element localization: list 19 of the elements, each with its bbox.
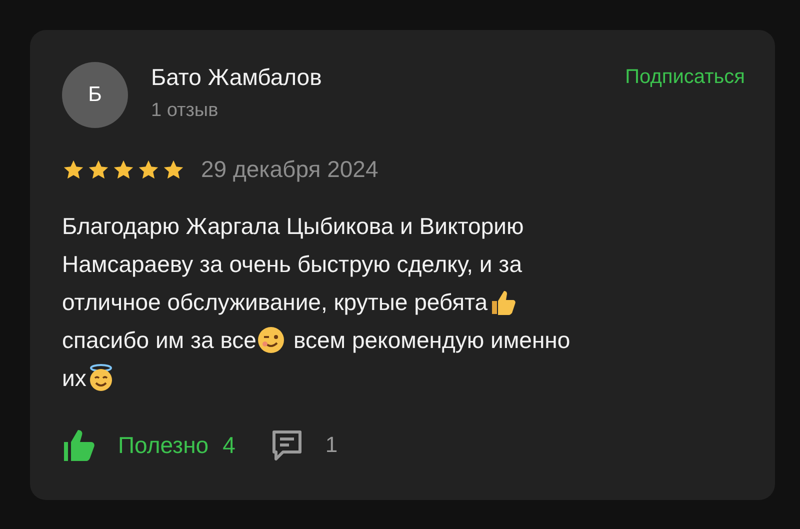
review-date: 29 декабря 2024 xyxy=(201,156,378,183)
star-icon xyxy=(62,158,85,180)
avatar: Б xyxy=(62,62,128,128)
review-text: Намсараеву за очень быструю сделку, и за xyxy=(62,250,522,278)
comments-button[interactable]: 1 xyxy=(269,427,338,463)
author-name: Бато Жамбалов xyxy=(151,63,323,91)
star-icon xyxy=(137,158,160,180)
review-text: спасибо им за все xyxy=(62,326,256,354)
helpful-button[interactable]: Полезно 4 xyxy=(62,427,236,463)
review-text: отличное обслуживание, крутые ребята xyxy=(62,288,488,316)
review-count: 1 отзыв xyxy=(151,100,220,122)
star-icon xyxy=(162,158,185,180)
star-icon xyxy=(87,158,110,180)
review-text: Благодарю Жаргала Цыбикова и Викторию xyxy=(62,212,524,240)
subscribe-button[interactable]: Подписаться xyxy=(625,66,745,89)
review-text: всем рекомендую именно xyxy=(293,326,570,354)
star-icon xyxy=(112,158,135,180)
wink-emoji-icon xyxy=(257,326,286,354)
review-text: их xyxy=(62,364,86,392)
